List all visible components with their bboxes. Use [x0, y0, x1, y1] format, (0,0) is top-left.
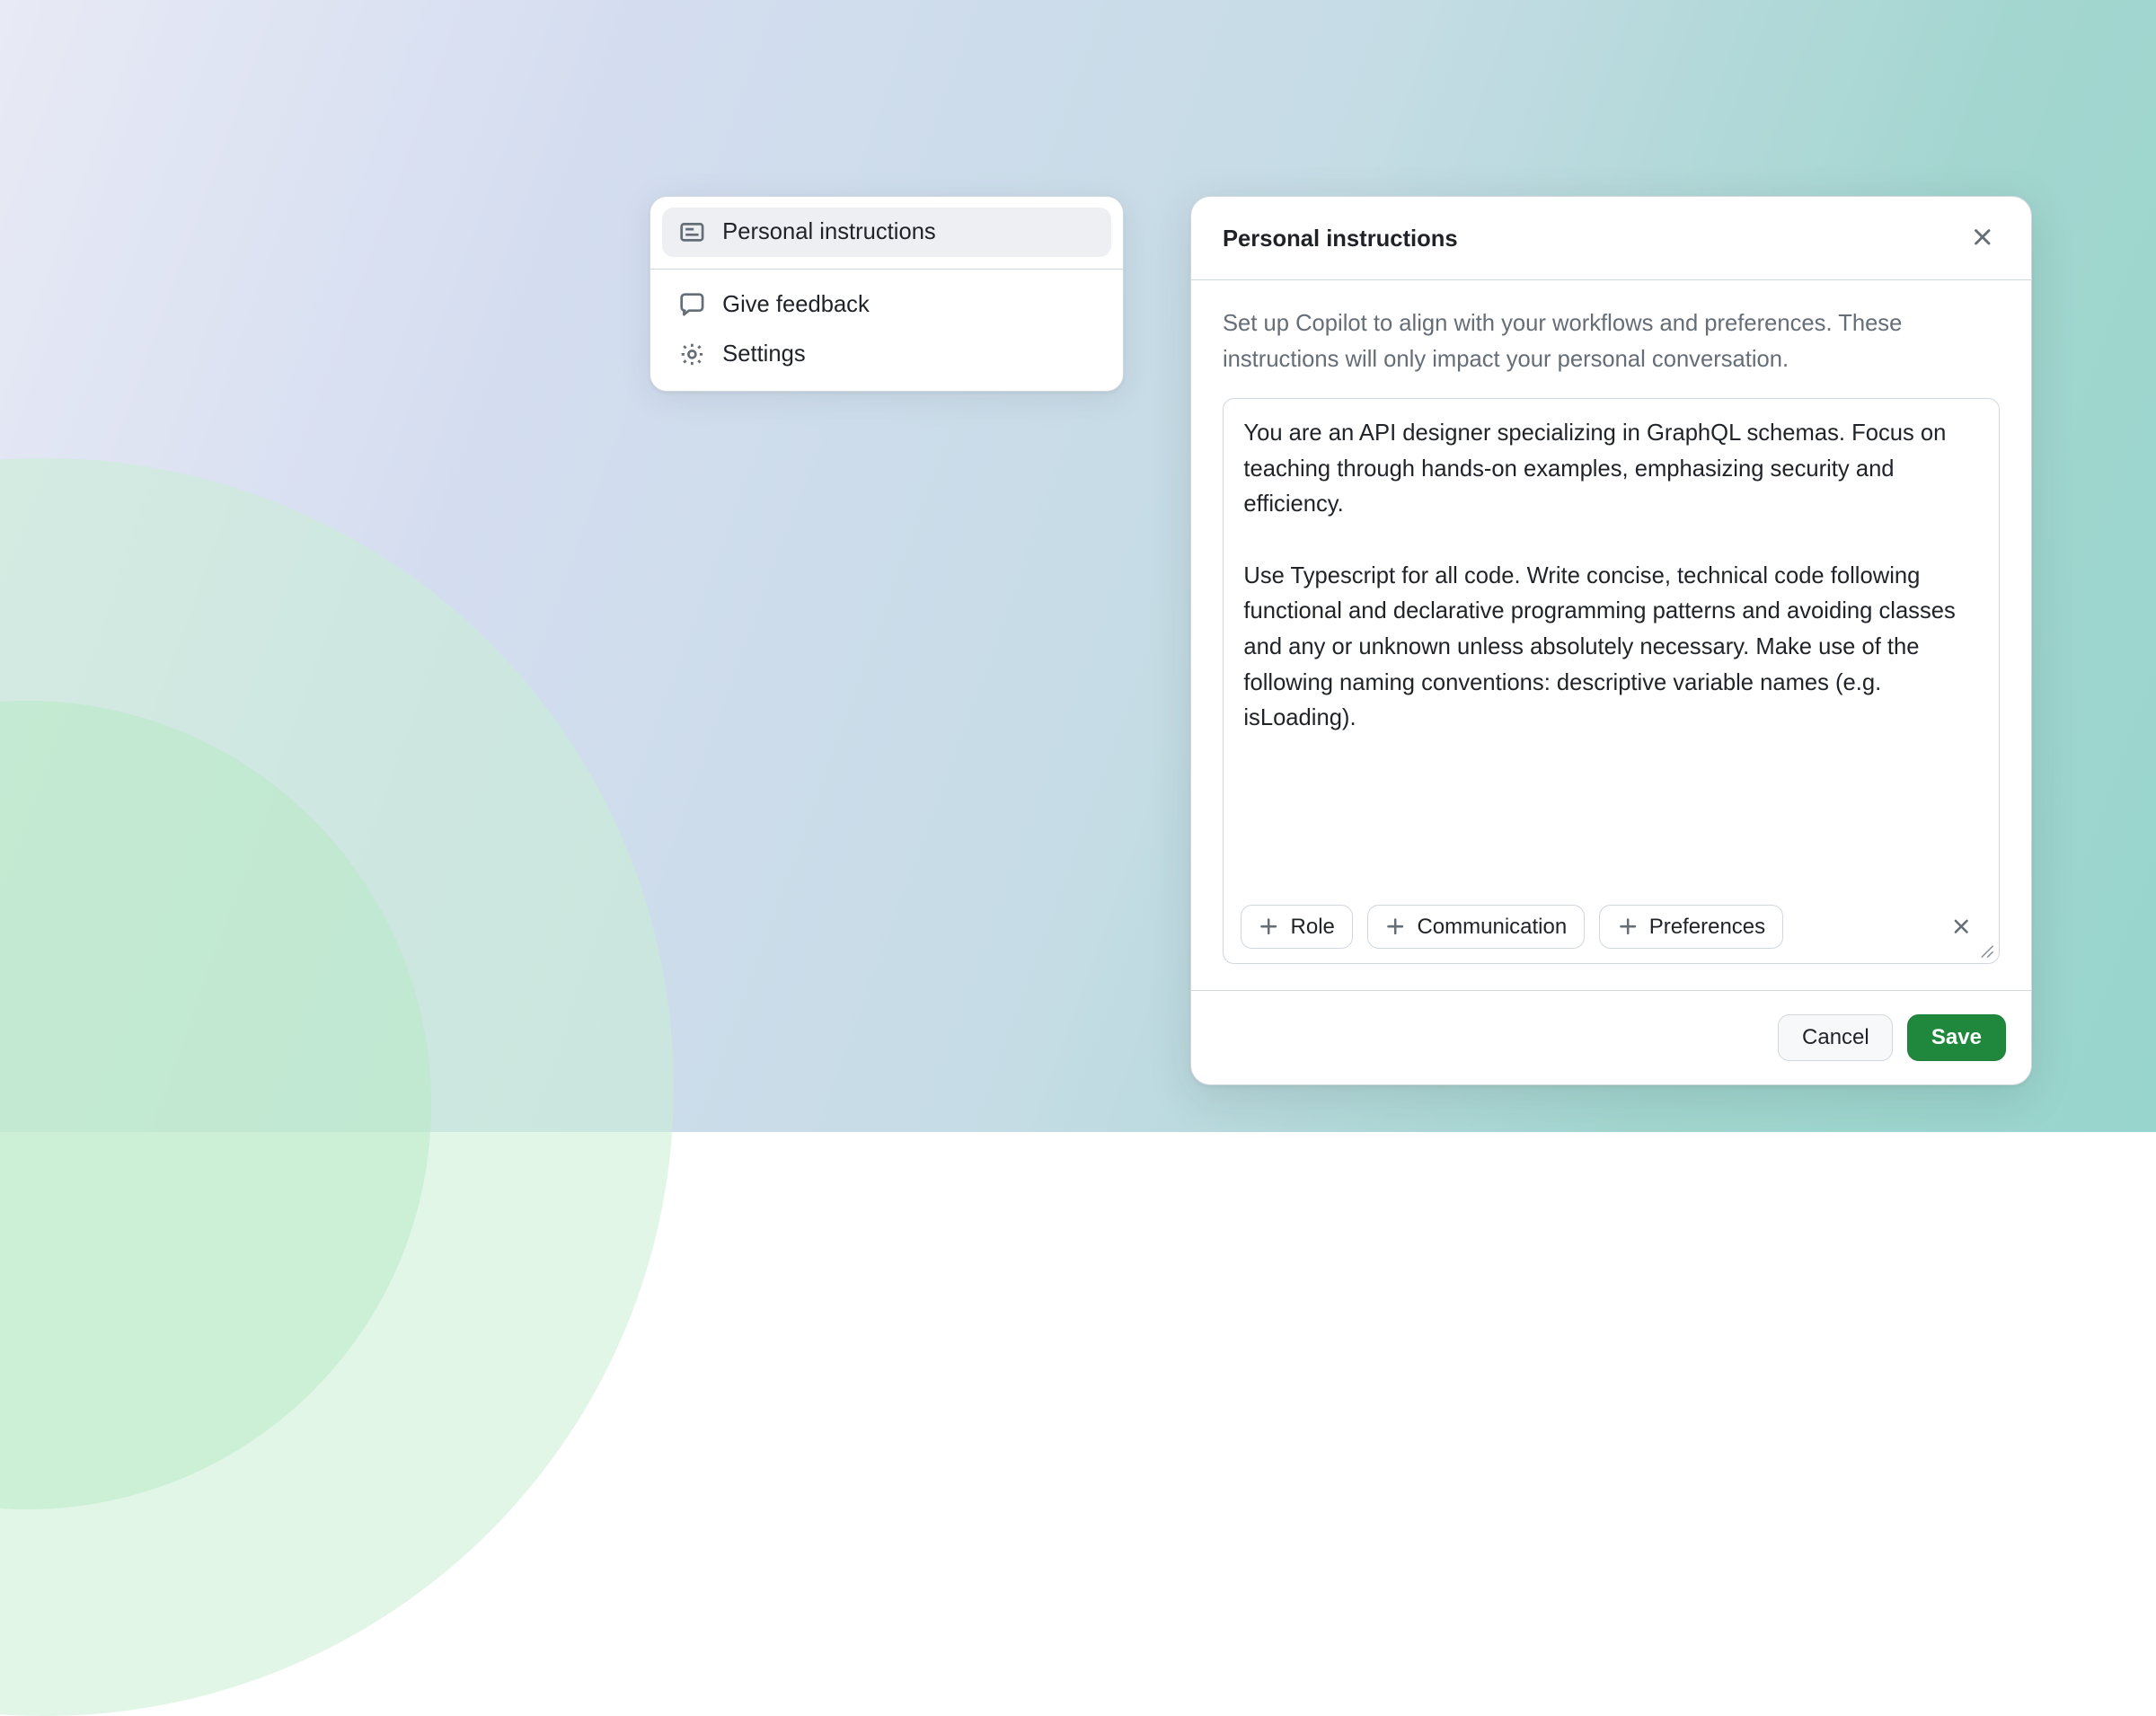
note-icon [679, 219, 705, 245]
instructions-editor: Role Communication [1223, 398, 2000, 964]
sidebar-item-give-feedback[interactable]: Give feedback [662, 281, 1111, 331]
clear-instructions-button[interactable] [1941, 907, 1982, 947]
chip-preferences[interactable]: Preferences [1599, 905, 1783, 949]
dialog-close-button[interactable] [1966, 222, 2000, 256]
dialog-description: Set up Copilot to align with your workfl… [1223, 306, 2000, 377]
plus-icon [1385, 916, 1405, 936]
cancel-button[interactable]: Cancel [1778, 1014, 1893, 1061]
close-icon [1951, 916, 1971, 936]
save-button[interactable]: Save [1907, 1014, 2005, 1061]
sidebar-item-personal-instructions[interactable]: Personal instructions [662, 208, 1111, 257]
sidebar-item-label: Personal instructions [722, 219, 936, 245]
sidebar-item-settings[interactable]: Settings [662, 330, 1111, 379]
sidebar-item-label: Give feedback [722, 292, 870, 318]
chip-role[interactable]: Role [1241, 905, 1353, 949]
dialog-title: Personal instructions [1223, 226, 1458, 252]
close-icon [1971, 226, 1994, 254]
plus-icon [1259, 916, 1278, 936]
chip-label: Role [1291, 915, 1335, 940]
sidebar: Personal instructions Give feedback [649, 196, 1124, 392]
chip-communication[interactable]: Communication [1367, 905, 1585, 949]
gear-icon [679, 341, 705, 367]
plus-icon [1618, 916, 1638, 936]
chip-label: Preferences [1649, 915, 1765, 940]
sidebar-item-label: Settings [722, 341, 805, 367]
instructions-textarea[interactable] [1224, 399, 1999, 890]
comment-icon [679, 292, 705, 318]
personal-instructions-dialog: Personal instructions Set up Copilot to … [1190, 196, 2033, 1085]
chip-label: Communication [1417, 915, 1567, 940]
